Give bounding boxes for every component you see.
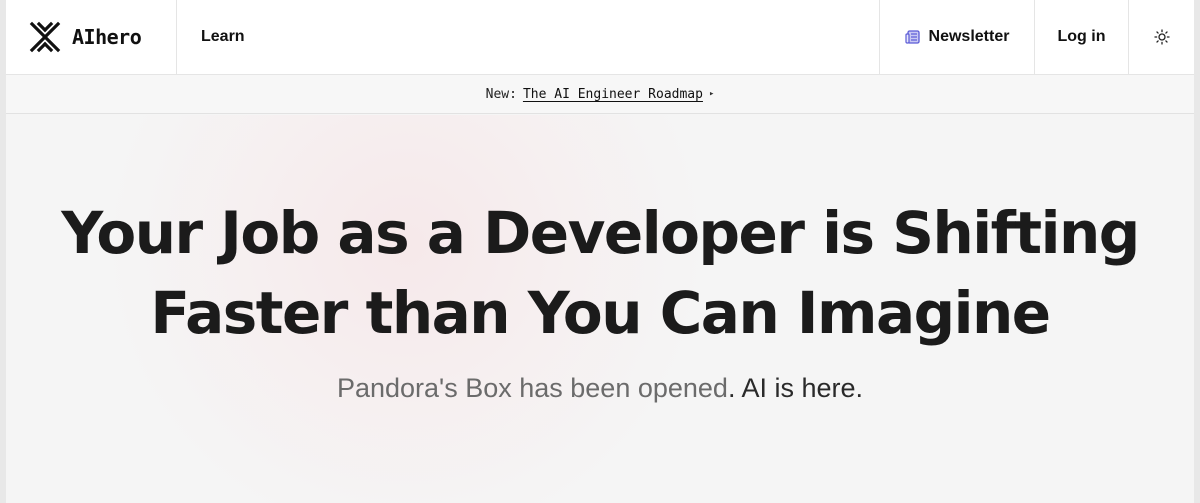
hero-title-line-2: Faster than You Can Imagine bbox=[150, 279, 1051, 347]
announcement-prefix: New: bbox=[485, 86, 517, 102]
newsletter-link[interactable]: Newsletter bbox=[879, 0, 1034, 74]
hero-subtitle: Pandora's Box has been opened. AI is her… bbox=[6, 373, 1194, 404]
hero-section: Your Job as a Developer is Shifting Fast… bbox=[6, 115, 1194, 503]
newsletter-label: Newsletter bbox=[928, 28, 1010, 45]
logo-text: AIhero bbox=[72, 25, 142, 49]
theme-toggle-button[interactable] bbox=[1128, 0, 1194, 74]
hero-title: Your Job as a Developer is Shifting Fast… bbox=[6, 193, 1194, 353]
navbar-spacer bbox=[269, 0, 879, 74]
roadmap-link[interactable]: The AI Engineer Roadmap bbox=[523, 87, 703, 102]
hero-title-line-1: Your Job as a Developer is Shifting bbox=[61, 199, 1140, 267]
aihero-logo-icon bbox=[29, 21, 61, 53]
logo-link[interactable]: AIhero bbox=[6, 0, 177, 74]
announcement-bar: New: The AI Engineer Roadmap ▸ bbox=[6, 75, 1194, 114]
top-navbar: AIhero Learn Newsletter Log in bbox=[6, 0, 1194, 75]
newspaper-icon bbox=[904, 30, 920, 44]
login-link[interactable]: Log in bbox=[1034, 0, 1128, 74]
nav-learn-link[interactable]: Learn bbox=[177, 0, 269, 74]
hero-subtitle-muted: Pandora's Box has been opened bbox=[336, 373, 728, 403]
arrow-right-icon: ▸ bbox=[708, 89, 715, 99]
sun-icon bbox=[1153, 29, 1170, 45]
hero-subtitle-dark: . AI is here. bbox=[727, 373, 864, 403]
login-label: Log in bbox=[1057, 28, 1106, 45]
